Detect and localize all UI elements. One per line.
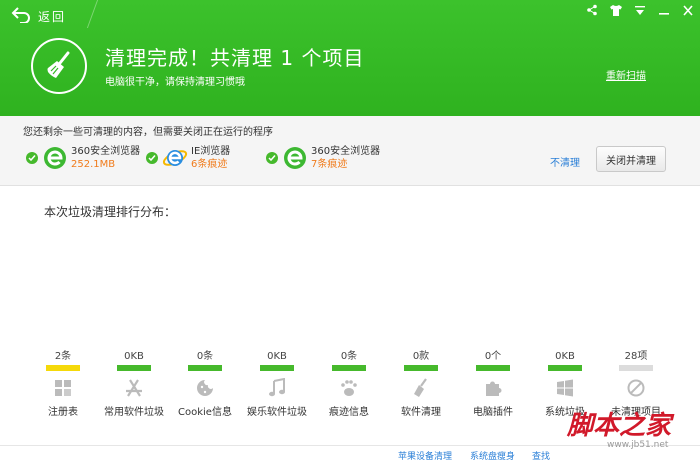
share-icon[interactable] xyxy=(580,0,604,20)
category-value: 2条 xyxy=(54,351,72,362)
category-bar xyxy=(117,365,151,371)
category-cookie[interactable]: 0条 Cookie信息 xyxy=(170,350,240,418)
back-label: 返回 xyxy=(38,9,67,24)
category-label: 软件清理 xyxy=(401,407,441,418)
browser-name: IE浏览器 xyxy=(191,146,231,157)
category-value: 0KB xyxy=(555,351,575,362)
rescan-link[interactable]: 重新扫描 xyxy=(606,67,646,82)
page-title: 清理完成！共清理 1 个项目 xyxy=(105,46,365,70)
category-value: 0条 xyxy=(196,351,214,362)
section-title: 本次垃圾清理排行分布： xyxy=(44,205,177,219)
browser-item: 360安全浏览器 7条痕迹 xyxy=(266,145,380,171)
plugin-icon xyxy=(482,377,504,399)
category-bar xyxy=(188,365,222,371)
footer-link-system-slim[interactable]: 系统盘瘦身 xyxy=(470,449,515,462)
category-value: 0条 xyxy=(340,351,358,362)
running-programs-notice: 您还剩余一些可清理的内容，但需要关闭正在运行的程序 360安全浏览器 252.1… xyxy=(0,116,700,186)
footer-link-apple-cleanup[interactable]: 苹果设备清理 xyxy=(398,449,452,462)
page-subtitle: 电脑很干净，请保持清理习惯哦 xyxy=(105,77,245,88)
back-separator xyxy=(86,0,99,28)
browser-item: 360安全浏览器 252.1MB xyxy=(26,145,140,171)
back-button[interactable]: 返回 xyxy=(10,5,66,27)
browser-360-icon xyxy=(42,145,68,171)
app-store-icon xyxy=(123,377,145,399)
category-traces[interactable]: 0条 痕迹信息 xyxy=(314,350,384,418)
browser-item: IE浏览器 6条痕迹 xyxy=(146,145,230,171)
category-bar xyxy=(46,365,80,371)
close-icon[interactable] xyxy=(676,0,700,20)
category-bar xyxy=(619,365,653,371)
category-label: 注册表 xyxy=(48,407,78,418)
category-label: 电脑插件 xyxy=(473,407,513,418)
watermark-text: 脚本之家 xyxy=(567,411,672,441)
menu-icon[interactable] xyxy=(628,0,652,20)
watermark-url: www.jb51.net xyxy=(607,440,669,450)
category-value: 0款 xyxy=(412,351,430,362)
skin-icon[interactable] xyxy=(604,0,628,20)
watermark: 脚本之家 www.jb51.net xyxy=(567,412,671,450)
minimize-icon[interactable] xyxy=(652,0,676,20)
category-value: 0个 xyxy=(484,351,502,362)
browser-detail: 6条痕迹 xyxy=(191,159,228,170)
browser-ie-icon xyxy=(162,145,188,171)
music-icon xyxy=(266,377,288,399)
category-bar xyxy=(404,365,438,371)
footer-link-find[interactable]: 查找 xyxy=(532,449,550,462)
browser-name: 360安全浏览器 xyxy=(311,146,381,157)
category-common-software[interactable]: 0KB 常用软件垃圾 xyxy=(99,350,169,418)
check-icon xyxy=(146,152,158,164)
browser-name: 360安全浏览器 xyxy=(71,146,141,157)
category-bar xyxy=(332,365,366,371)
category-value: 28项 xyxy=(624,351,648,362)
close-and-clean-button[interactable]: 关闭并清理 xyxy=(596,146,666,172)
category-registry[interactable]: 2条 注册表 xyxy=(28,350,98,418)
category-label: 痕迹信息 xyxy=(329,407,369,418)
category-value: 0KB xyxy=(124,351,144,362)
browser-detail: 7条痕迹 xyxy=(311,159,348,170)
browser-detail: 252.1MB xyxy=(71,159,116,170)
no-clean-link[interactable]: 不清理 xyxy=(550,154,580,169)
check-icon xyxy=(266,152,278,164)
browser-360-icon xyxy=(282,145,308,171)
header-banner: 返回 清理完成！共清理 1 个项目 电脑很干净，请保持清理习惯哦 重新扫描 xyxy=(0,0,700,116)
windows-icon xyxy=(554,377,576,399)
broom-icon xyxy=(31,38,87,94)
broom-icon xyxy=(410,377,432,399)
category-system-junk[interactable]: 0KB 系统垃圾 xyxy=(530,350,600,418)
cookie-icon xyxy=(194,377,216,399)
back-arrow-icon xyxy=(10,5,32,27)
category-bar xyxy=(260,365,294,371)
category-bar xyxy=(548,365,582,371)
category-not-cleaned[interactable]: 28项 未清理项目 xyxy=(601,350,671,418)
category-label: 常用软件垃圾 xyxy=(104,407,164,418)
category-label: 娱乐软件垃圾 xyxy=(247,407,307,418)
category-label: Cookie信息 xyxy=(178,407,232,418)
category-value: 0KB xyxy=(267,351,287,362)
registry-icon xyxy=(52,377,74,399)
category-bar xyxy=(476,365,510,371)
category-plugins[interactable]: 0个 电脑插件 xyxy=(458,350,528,418)
footprint-icon xyxy=(338,377,360,399)
notice-text: 您还剩余一些可清理的内容，但需要关闭正在运行的程序 xyxy=(23,127,273,138)
check-icon xyxy=(26,152,38,164)
window-controls xyxy=(580,0,700,20)
category-software-cleanup[interactable]: 0款 软件清理 xyxy=(386,350,456,418)
category-entertainment[interactable]: 0KB 娱乐软件垃圾 xyxy=(242,350,312,418)
forbidden-icon xyxy=(625,377,647,399)
